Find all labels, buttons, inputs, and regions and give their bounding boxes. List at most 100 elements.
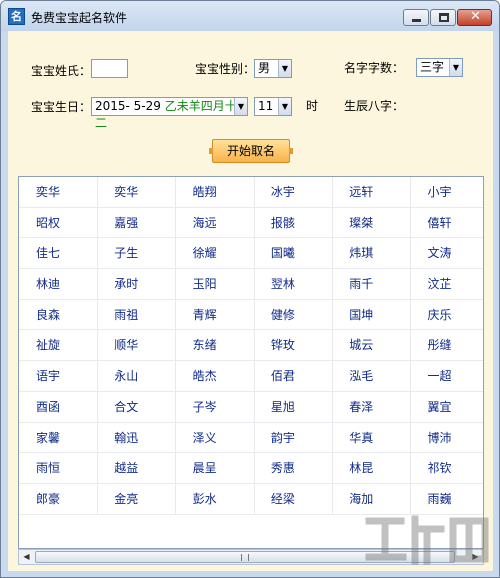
name-cell[interactable]: 报骸 xyxy=(254,207,333,238)
birthday-picker[interactable]: 2015- 5-29 乙未羊四月十二 ▼ xyxy=(91,97,248,130)
name-cell[interactable]: 祉旋 xyxy=(19,330,98,361)
names-row: 语宇 永山 皓杰 佰君 泓毛 一超 xyxy=(19,361,484,392)
app-icon: 名 xyxy=(8,8,25,25)
name-cell[interactable]: 泓毛 xyxy=(332,361,412,392)
name-cell[interactable]: 僖轩 xyxy=(411,208,484,238)
bazi-label: 生辰八字： xyxy=(344,99,405,113)
name-cell[interactable]: 酉函 xyxy=(19,391,98,422)
name-length-select[interactable]: 三字 ▼ xyxy=(416,58,463,77)
title-bar[interactable]: 名 免费宝宝起名软件 ✕ xyxy=(1,1,499,31)
name-cell[interactable]: 皓翔 xyxy=(176,177,255,207)
minimize-icon xyxy=(412,19,421,22)
name-cell[interactable]: 铧玫 xyxy=(254,330,333,361)
name-cell[interactable]: 语宇 xyxy=(19,361,98,392)
name-cell[interactable]: 良森 xyxy=(19,299,98,330)
name-cell[interactable]: 庆乐 xyxy=(411,300,484,330)
arrow-left-icon[interactable]: ◀ xyxy=(19,550,34,564)
window-title: 免费宝宝起名软件 xyxy=(31,11,128,25)
name-cell[interactable]: 佰君 xyxy=(254,361,333,392)
name-cell[interactable]: 汶芷 xyxy=(411,269,484,299)
name-cell[interactable]: 炜琪 xyxy=(332,238,412,269)
names-row: 奕华 奕华 皓翔 冰宇 远轩 小宇 xyxy=(19,177,484,208)
maximize-button[interactable] xyxy=(430,9,456,26)
name-length-label: 名字字数： xyxy=(344,61,405,75)
name-cell[interactable]: 奕华 xyxy=(97,177,177,207)
birthday-label: 宝宝生日： xyxy=(31,100,92,114)
name-cell[interactable]: 子生 xyxy=(97,238,177,269)
name-cell[interactable]: 玉阳 xyxy=(176,269,255,300)
name-cell[interactable]: 青辉 xyxy=(176,299,255,330)
name-cell[interactable]: 家馨 xyxy=(19,422,98,453)
name-cell[interactable]: 雨恒 xyxy=(19,453,98,484)
name-cell[interactable]: 国曦 xyxy=(254,238,333,269)
name-cell[interactable]: 城云 xyxy=(332,330,412,361)
name-cell[interactable]: 翰迅 xyxy=(97,422,177,453)
name-cell[interactable]: 合文 xyxy=(97,391,177,422)
name-cell[interactable]: 彭水 xyxy=(176,483,255,514)
name-cell[interactable]: 国坤 xyxy=(332,299,412,330)
name-cell[interactable]: 冰宇 xyxy=(254,177,333,207)
name-cell[interactable]: 东绪 xyxy=(176,330,255,361)
hour-select[interactable]: 11 ▼ xyxy=(254,97,292,116)
names-row: 祉旋 顺华 东绪 铧玫 城云 彤缝 xyxy=(19,330,484,362)
name-cell[interactable]: 顺华 xyxy=(97,330,177,361)
name-cell[interactable]: 春泽 xyxy=(332,391,412,422)
name-cell[interactable]: 佳七 xyxy=(19,238,98,269)
chevron-down-icon[interactable]: ▼ xyxy=(278,60,291,77)
minimize-button[interactable] xyxy=(403,9,429,26)
name-cell[interactable]: 远轩 xyxy=(332,177,412,207)
name-cell[interactable]: 博沛 xyxy=(411,423,484,453)
name-cell[interactable]: 璨桀 xyxy=(332,207,412,238)
chevron-down-icon[interactable]: ▼ xyxy=(449,59,462,76)
name-cell[interactable]: 承时 xyxy=(97,269,177,300)
gender-select[interactable]: 男 ▼ xyxy=(254,59,292,78)
name-cell[interactable]: 经梁 xyxy=(254,483,333,514)
name-cell[interactable]: 翌林 xyxy=(254,269,333,300)
generate-names-button[interactable]: 开始取名 xyxy=(209,139,293,163)
name-cell[interactable]: 林昆 xyxy=(332,453,412,484)
name-cell[interactable]: 星旭 xyxy=(254,391,333,422)
name-cell[interactable]: 皓杰 xyxy=(176,361,255,392)
name-cell[interactable]: 小宇 xyxy=(411,177,484,207)
name-cell[interactable]: 祁钦 xyxy=(411,453,484,483)
name-cell[interactable]: 昭权 xyxy=(19,207,98,238)
name-cell[interactable]: 韵宇 xyxy=(254,422,333,453)
name-cell[interactable]: 华真 xyxy=(332,422,412,453)
name-cell[interactable]: 雨祖 xyxy=(97,299,177,330)
name-cell[interactable]: 金亮 xyxy=(97,483,177,514)
chevron-down-icon[interactable]: ▼ xyxy=(234,98,247,115)
name-cell[interactable]: 海远 xyxy=(176,207,255,238)
name-cell[interactable]: 嘉强 xyxy=(97,207,177,238)
name-cell[interactable]: 翼宜 xyxy=(411,392,484,422)
name-cell[interactable]: 秀惠 xyxy=(254,453,333,484)
hour-unit: 时 xyxy=(306,99,319,113)
name-cell[interactable]: 徐耀 xyxy=(176,238,255,269)
name-cell[interactable]: 永山 xyxy=(97,361,177,392)
names-row: 昭权 嘉强 海远 报骸 璨桀 僖轩 xyxy=(19,207,484,239)
close-button[interactable]: ✕ xyxy=(457,9,492,26)
name-cell[interactable]: 晨呈 xyxy=(176,453,255,484)
name-cell[interactable]: 奕华 xyxy=(19,177,98,207)
names-row: 家馨 翰迅 泽义 韵宇 华真 博沛 xyxy=(19,422,484,454)
grip-icon xyxy=(241,554,249,561)
name-cell[interactable]: 雨千 xyxy=(332,269,412,300)
name-cell[interactable]: 文涛 xyxy=(411,238,484,268)
names-list[interactable]: 奕华 奕华 皓翔 冰宇 远轩 小宇 昭权 嘉强 海远 报骸 璨桀 僖轩 佳七 子生 徐耀 国曦 炜琪 文涛 林迪 承时… xyxy=(18,176,484,549)
name-cell[interactable]: 郎豪 xyxy=(19,483,98,514)
chevron-down-icon[interactable]: ▼ xyxy=(278,98,291,115)
names-row: 佳七 子生 徐耀 国曦 炜琪 文涛 xyxy=(19,238,484,270)
hour-value: 11 xyxy=(258,99,274,113)
maximize-icon xyxy=(439,13,449,22)
name-cell[interactable]: 林迪 xyxy=(19,269,98,300)
app-window: 名 免费宝宝起名软件 ✕ 宝宝姓氏： 宝宝性别： 男 ▼ 名字字数： 三字 ▼ … xyxy=(0,0,500,578)
name-cell[interactable]: 泽义 xyxy=(176,422,255,453)
name-cell[interactable]: 彤缝 xyxy=(411,330,484,360)
names-row: 雨恒 越益 晨呈 秀惠 林昆 祁钦 xyxy=(19,453,484,484)
surname-input[interactable] xyxy=(91,59,128,78)
name-cell[interactable]: 子岑 xyxy=(176,391,255,422)
name-cell[interactable]: 健修 xyxy=(254,299,333,330)
name-cell[interactable]: 一超 xyxy=(411,361,484,391)
gender-label: 宝宝性别： xyxy=(195,62,256,76)
name-cell[interactable]: 越益 xyxy=(97,453,177,484)
surname-label: 宝宝姓氏： xyxy=(31,64,92,78)
